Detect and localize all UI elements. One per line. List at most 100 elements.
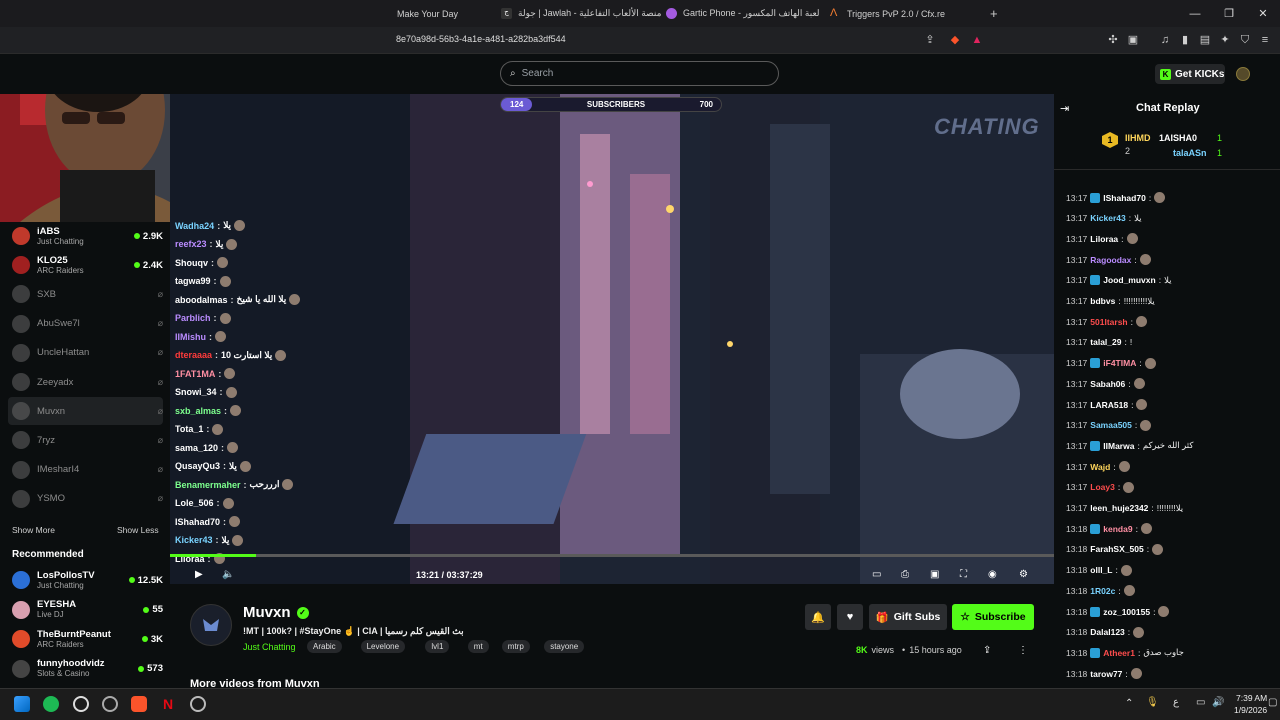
leo-icon[interactable]: ✦ bbox=[1218, 33, 1232, 47]
close-icon[interactable]: ✕ bbox=[1246, 0, 1280, 27]
fullscreen-icon[interactable]: ⛶ bbox=[960, 569, 967, 580]
brave-icon[interactable] bbox=[131, 696, 147, 712]
speed-icon[interactable]: ◉ bbox=[988, 569, 997, 580]
chat-username[interactable]: Liloraa bbox=[1090, 234, 1118, 244]
show-more-button[interactable]: Show More bbox=[12, 525, 55, 535]
sidebar-channel[interactable]: Zeeyadx ⌀ bbox=[8, 368, 163, 396]
search-input[interactable]: ⌕ Search bbox=[500, 61, 779, 86]
new-tab-button[interactable]: + bbox=[990, 0, 1006, 27]
brave-shield-icon[interactable]: ◆ bbox=[948, 33, 962, 47]
get-kicks-button[interactable]: K Get KICKs bbox=[1155, 64, 1225, 84]
chat-username[interactable]: IIMarwa bbox=[1103, 441, 1134, 451]
channel-name[interactable]: Muvxn ✓ bbox=[243, 604, 309, 621]
show-less-button[interactable]: Show Less bbox=[117, 525, 159, 535]
menu-icon[interactable]: ≡ bbox=[1258, 33, 1272, 47]
network-icon[interactable]: ▭ bbox=[1196, 697, 1205, 708]
sidebar-icon[interactable]: ▮ bbox=[1178, 33, 1192, 47]
tag-chip[interactable]: mt bbox=[467, 640, 489, 653]
notifications-icon[interactable]: ▢ bbox=[1268, 697, 1277, 708]
clock-time[interactable]: 7:39 AM bbox=[1236, 693, 1267, 703]
chat-username[interactable]: Dalal123 bbox=[1090, 627, 1125, 637]
channel-avatar[interactable] bbox=[190, 604, 232, 646]
browser-tab[interactable]: Λ Triggers PvP 2.0 / Cfx.re bbox=[830, 0, 980, 27]
chat-username[interactable]: bdbvs bbox=[1090, 296, 1115, 306]
volume-icon[interactable]: 🔈 bbox=[222, 569, 234, 580]
sidebar-channel[interactable]: SXB ⌀ bbox=[8, 280, 163, 308]
sidebar-channel[interactable]: IMesharI4 ⌀ bbox=[8, 456, 163, 484]
tag-chip[interactable]: mtrp bbox=[501, 640, 530, 653]
wallet-icon[interactable]: ▤ bbox=[1198, 33, 1212, 47]
tray-chevron-icon[interactable]: ⌃ bbox=[1125, 698, 1133, 709]
tag-chip[interactable]: stayone bbox=[544, 640, 585, 653]
recommended-channel[interactable]: EYESHA Live DJ 55 bbox=[8, 596, 163, 624]
windows-start-icon[interactable] bbox=[14, 696, 30, 712]
extensions-icon[interactable]: ✣ bbox=[1106, 33, 1120, 47]
settings-icon[interactable]: ⚙ bbox=[1019, 569, 1028, 580]
spotify-icon[interactable] bbox=[43, 696, 59, 712]
notify-button[interactable]: 🔔 bbox=[805, 604, 831, 630]
sidebar-channel[interactable]: UncleHattan ⌀ bbox=[8, 339, 163, 367]
recommended-channel[interactable]: TheBurntPeanut ARC Raiders 3K bbox=[8, 625, 163, 653]
chat-username[interactable]: leen_huje2342 bbox=[1090, 503, 1148, 513]
recommended-channel[interactable]: LosPollosTV Just Chatting 12.5K bbox=[8, 566, 163, 594]
minimize-icon[interactable]: — bbox=[1178, 0, 1212, 27]
settings-app-icon[interactable] bbox=[73, 696, 89, 712]
sidebar-channel[interactable]: AbuSwe7l ⌀ bbox=[8, 310, 163, 338]
netflix-icon[interactable]: N bbox=[160, 696, 176, 712]
category-link[interactable]: Just Chatting bbox=[243, 642, 296, 652]
clip-icon[interactable]: ⎙ bbox=[901, 569, 909, 580]
chat-username[interactable]: kenda9 bbox=[1103, 524, 1132, 534]
share-icon[interactable]: ⇪ bbox=[923, 33, 937, 47]
sidebar-channel[interactable]: Muvxn ⌀ bbox=[8, 397, 163, 426]
tag-chip[interactable]: Levelone bbox=[360, 640, 406, 653]
play-icon[interactable]: ▶ bbox=[195, 569, 203, 580]
chat-username[interactable]: tarow77 bbox=[1090, 669, 1122, 679]
theater-icon[interactable]: ▭ bbox=[872, 569, 881, 580]
tag-chip[interactable]: lvl1 bbox=[425, 640, 450, 653]
chat-username[interactable]: IShahad70 bbox=[1103, 193, 1146, 203]
video-progress-bar[interactable] bbox=[170, 554, 1054, 557]
follow-button[interactable]: ♥ bbox=[837, 604, 863, 630]
chat-username[interactable]: Ragoodax bbox=[1090, 255, 1131, 265]
more-options-icon[interactable]: ⋮ bbox=[1018, 645, 1028, 656]
chat-username[interactable]: zoz_100155 bbox=[1103, 607, 1150, 617]
sidebar-channel[interactable]: iABS Just Chatting 2.9K bbox=[8, 222, 163, 250]
chat-username[interactable]: iF4TIMA bbox=[1103, 358, 1136, 368]
browser-tab[interactable]: Make Your Day bbox=[397, 0, 497, 27]
sidebar-channel[interactable]: YSMO ⌀ bbox=[8, 485, 163, 513]
avatar[interactable] bbox=[1236, 67, 1250, 81]
subscribe-button[interactable]: ☆ Subscribe bbox=[952, 604, 1034, 630]
chat-username[interactable]: Sabah06 bbox=[1090, 379, 1125, 389]
obs-icon[interactable] bbox=[190, 696, 206, 712]
browser-tab[interactable]: Gartic Phone - لعبة الهاتف المكسور bbox=[666, 0, 821, 27]
chat-username[interactable]: 501ltarsh bbox=[1090, 317, 1127, 327]
chat-username[interactable]: Loay3 bbox=[1090, 482, 1115, 492]
chat-username[interactable]: 1R02c bbox=[1090, 586, 1115, 596]
clock-date[interactable]: 1/9/2026 bbox=[1234, 705, 1267, 715]
gift-subs-button[interactable]: 🎁 Gift Subs bbox=[869, 604, 947, 630]
recommended-channel[interactable]: funnyhoodvidz Slots & Casino 573 bbox=[8, 655, 163, 683]
chat-username[interactable]: LARA518 bbox=[1090, 400, 1128, 410]
language-indicator[interactable]: ع bbox=[1173, 697, 1179, 708]
vpn-icon[interactable]: ⛉ bbox=[1238, 33, 1252, 47]
pip-icon[interactable]: ▣ bbox=[930, 569, 939, 580]
media-icon[interactable]: ♫ bbox=[1158, 33, 1172, 47]
restore-icon[interactable]: ❐ bbox=[1212, 0, 1246, 27]
chat-username[interactable]: talal_29 bbox=[1090, 337, 1121, 347]
sidebar-channel[interactable]: KLO25 ARC Raiders 2.4K bbox=[8, 251, 163, 279]
tag-chip[interactable]: Arabic bbox=[307, 640, 342, 653]
collapse-chat-icon[interactable]: ⇥ bbox=[1060, 102, 1069, 115]
chat-username[interactable]: olll_L bbox=[1090, 565, 1112, 575]
url-text[interactable]: 8e70a98d-56b3-4a1e-a481-a282ba3df544 bbox=[396, 34, 566, 44]
sidebar-channel[interactable]: 7ryz ⌀ bbox=[8, 426, 163, 454]
chat-username[interactable]: Atheer1 bbox=[1103, 648, 1135, 658]
chat-username[interactable]: Jood_muvxn bbox=[1103, 275, 1155, 285]
brave-rewards-icon[interactable]: ▲ bbox=[970, 33, 984, 47]
mic-icon[interactable]: 🎙 bbox=[1146, 697, 1159, 708]
chat-username[interactable]: Kicker43 bbox=[1090, 213, 1125, 223]
chat-username[interactable]: FarahSX_505 bbox=[1090, 544, 1143, 554]
speaker-icon[interactable]: 🔊 bbox=[1212, 697, 1224, 708]
steam-icon[interactable] bbox=[102, 696, 118, 712]
share-icon[interactable]: ⇪ bbox=[983, 645, 991, 656]
chat-username[interactable]: Samaa505 bbox=[1090, 420, 1132, 430]
